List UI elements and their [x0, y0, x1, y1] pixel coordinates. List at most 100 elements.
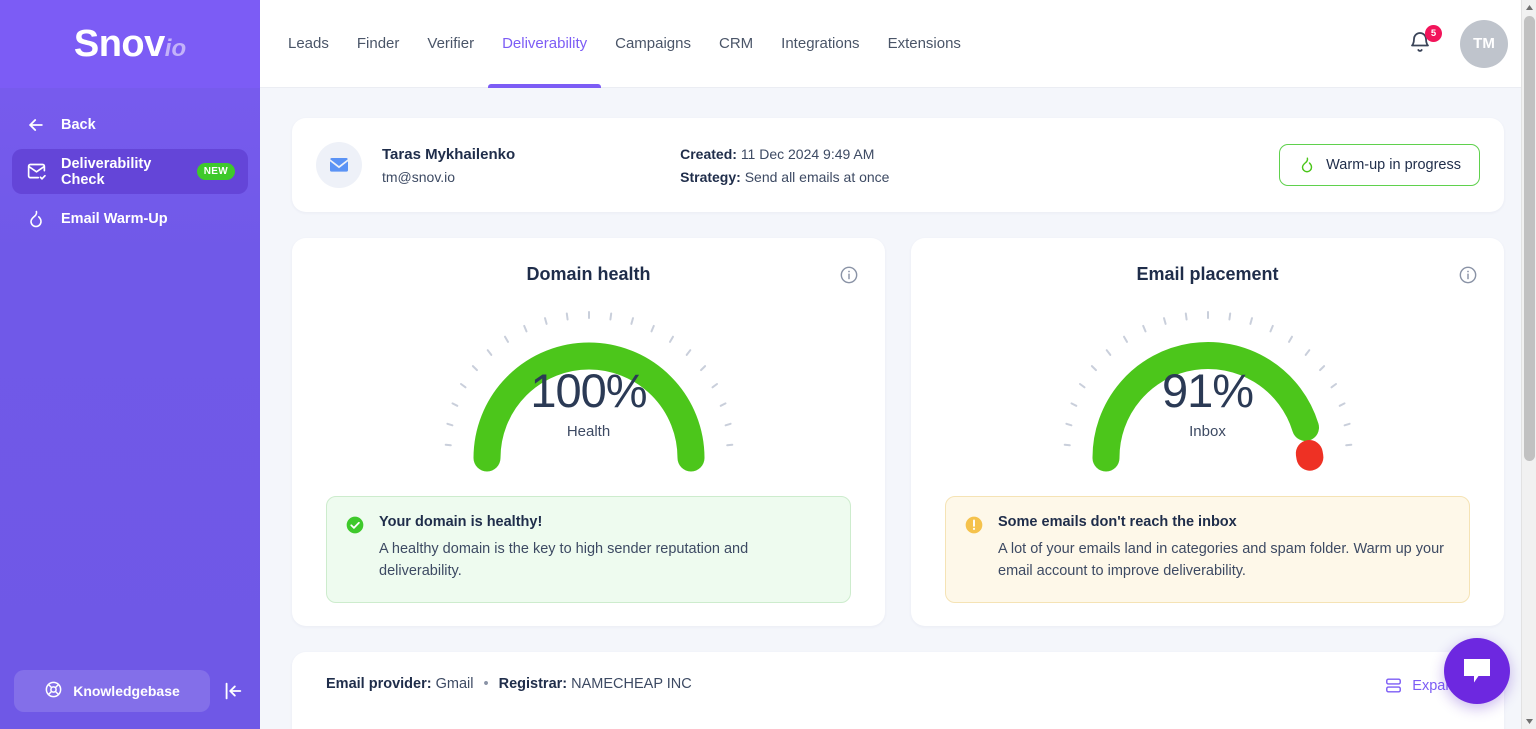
avatar-initials: TM	[1473, 35, 1495, 52]
sidebar-item-label: Back	[61, 116, 96, 133]
email-placement-title: Email placement	[1136, 264, 1279, 284]
strategy-row: Strategy: Send all emails at once	[680, 169, 889, 185]
notification-count-badge: 5	[1425, 24, 1442, 42]
sidebar-nav: Back Deliverability Check NEW Email Warm…	[0, 88, 260, 241]
email-provider-label: Email provider:	[326, 676, 432, 692]
topbar-right: 5 TM	[1408, 19, 1508, 68]
app-root: Snovio Back Deliverability Check NEW Ema…	[0, 0, 1536, 729]
status-badge-new: NEW	[196, 163, 235, 180]
tab-label: Deliverability	[502, 35, 588, 52]
info-icon[interactable]	[1458, 265, 1478, 285]
chat-support-button[interactable]	[1444, 638, 1510, 704]
strategy-label: Strategy:	[680, 168, 741, 185]
alert-body: Your domain is healthy! A healthy domain…	[379, 514, 832, 583]
email-placement-value: 91%	[1161, 364, 1254, 417]
email-placement-card: Email placement 91% Inbox Some emails do…	[911, 238, 1504, 626]
tab-label: Verifier	[427, 35, 475, 52]
tab-crm[interactable]: CRM	[705, 0, 767, 88]
mail-check-icon	[25, 161, 47, 183]
email-placement-gauge: 91% Inbox	[1048, 305, 1368, 480]
warmup-button-label: Warm-up in progress	[1326, 157, 1461, 173]
logo-suffix: io	[164, 35, 187, 62]
account-avatar	[316, 142, 362, 188]
notifications-button[interactable]: 5	[1408, 24, 1442, 57]
sidebar-item-back[interactable]: Back	[12, 102, 248, 147]
expand-rows-icon	[1386, 678, 1402, 693]
avatar[interactable]: TM	[1460, 19, 1508, 68]
knowledgebase-button[interactable]: Knowledgebase	[14, 670, 210, 712]
domain-health-title: Domain health	[526, 264, 651, 284]
tab-integrations[interactable]: Integrations	[767, 0, 873, 88]
main-area: Leads Finder Verifier Deliverability Cam…	[260, 0, 1536, 729]
strategy-value: Send all emails at once	[744, 168, 890, 185]
registrar-value: NAMECHEAP INC	[571, 676, 692, 692]
sidebar-footer: Knowledgebase	[0, 670, 260, 729]
tab-label: Campaigns	[615, 35, 691, 52]
flame-icon	[1301, 157, 1313, 173]
check-circle-icon	[345, 515, 365, 535]
sidebar-item-label: Email Warm-Up	[61, 210, 168, 227]
email-placement-alert: Some emails don't reach the inbox A lot …	[945, 496, 1470, 603]
account-email: tm@snov.io	[382, 168, 456, 185]
created-label: Created:	[680, 145, 737, 162]
sidebar: Snovio Back Deliverability Check NEW Ema…	[0, 0, 260, 729]
tab-leads[interactable]: Leads	[288, 0, 343, 88]
alert-title: Your domain is healthy!	[379, 514, 543, 530]
domain-health-card: Domain health 100% Health Your domain is…	[292, 238, 885, 626]
topbar: Leads Finder Verifier Deliverability Cam…	[260, 0, 1536, 88]
alert-body: Some emails don't reach the inbox A lot …	[998, 514, 1451, 583]
scrollbar-thumb[interactable]	[1524, 16, 1535, 461]
knowledgebase-label: Knowledgebase	[73, 683, 180, 699]
scroll-up-icon[interactable]	[1522, 0, 1536, 15]
created-value: 11 Dec 2024 9:49 AM	[740, 145, 875, 162]
domain-health-label: Health	[566, 423, 611, 440]
envelope-icon	[330, 157, 348, 172]
alert-title: Some emails don't reach the inbox	[998, 514, 1237, 530]
domain-health-value: 100%	[530, 364, 647, 417]
alert-text: A healthy domain is the key to high send…	[379, 541, 749, 580]
account-identity: Taras Mykhailenko tm@snov.io	[382, 146, 515, 185]
tab-label: CRM	[719, 35, 754, 52]
tab-deliverability[interactable]: Deliverability	[488, 0, 602, 88]
email-provider-value: Gmail	[435, 676, 474, 692]
lifebuoy-icon	[44, 680, 63, 702]
email-placement-label: Inbox	[1189, 423, 1226, 440]
tab-label: Integrations	[781, 35, 860, 52]
created-row: Created: 11 Dec 2024 9:49 AM	[680, 146, 889, 162]
warning-circle-icon	[964, 515, 984, 535]
page-content: Taras Mykhailenko tm@snov.io Created: 11…	[260, 88, 1536, 729]
domain-health-alert: Your domain is healthy! A healthy domain…	[326, 496, 851, 603]
registrar-label: Registrar:	[498, 676, 568, 692]
tab-label: Leads	[288, 35, 329, 52]
arrow-left-icon	[25, 114, 47, 136]
tab-campaigns[interactable]: Campaigns	[601, 0, 705, 88]
tab-finder[interactable]: Finder	[343, 0, 414, 88]
primary-nav-tabs: Leads Finder Verifier Deliverability Cam…	[288, 0, 975, 88]
gauge-notinbox-arc	[1295, 440, 1323, 471]
logo-text: Snovio	[74, 25, 186, 63]
collapse-sidebar-icon[interactable]	[220, 678, 246, 704]
metrics-row: Domain health 100% Health Your domain is…	[292, 238, 1504, 626]
logo[interactable]: Snovio	[0, 0, 260, 88]
sidebar-item-email-warm-up[interactable]: Email Warm-Up	[12, 196, 248, 241]
flame-icon	[25, 208, 47, 230]
logo-main: Snov	[73, 23, 165, 65]
warmup-status-button[interactable]: Warm-up in progress	[1279, 144, 1480, 186]
tab-extensions[interactable]: Extensions	[874, 0, 975, 88]
domain-details-card: Email provider: Gmail • Registrar: NAMEC…	[292, 652, 1504, 729]
provider-registrar-line: Email provider: Gmail • Registrar: NAMEC…	[326, 676, 692, 692]
scroll-down-icon[interactable]	[1522, 714, 1536, 729]
sidebar-item-label: Deliverability Check	[61, 155, 152, 188]
tab-verifier[interactable]: Verifier	[413, 0, 488, 88]
account-name: Taras Mykhailenko	[382, 145, 516, 163]
account-meta: Created: 11 Dec 2024 9:49 AM Strategy: S…	[680, 146, 889, 185]
alert-text: A lot of your emails land in categories …	[998, 541, 1444, 580]
info-icon[interactable]	[839, 265, 859, 285]
sidebar-item-deliverability-check[interactable]: Deliverability Check NEW	[12, 149, 248, 194]
tab-label: Finder	[356, 35, 400, 52]
domain-health-gauge: 100% Health	[429, 305, 749, 480]
account-summary-card: Taras Mykhailenko tm@snov.io Created: 11…	[292, 118, 1504, 212]
tab-label: Extensions	[887, 35, 961, 52]
chat-bubble-icon	[1464, 659, 1490, 683]
page-scrollbar[interactable]	[1521, 0, 1536, 729]
